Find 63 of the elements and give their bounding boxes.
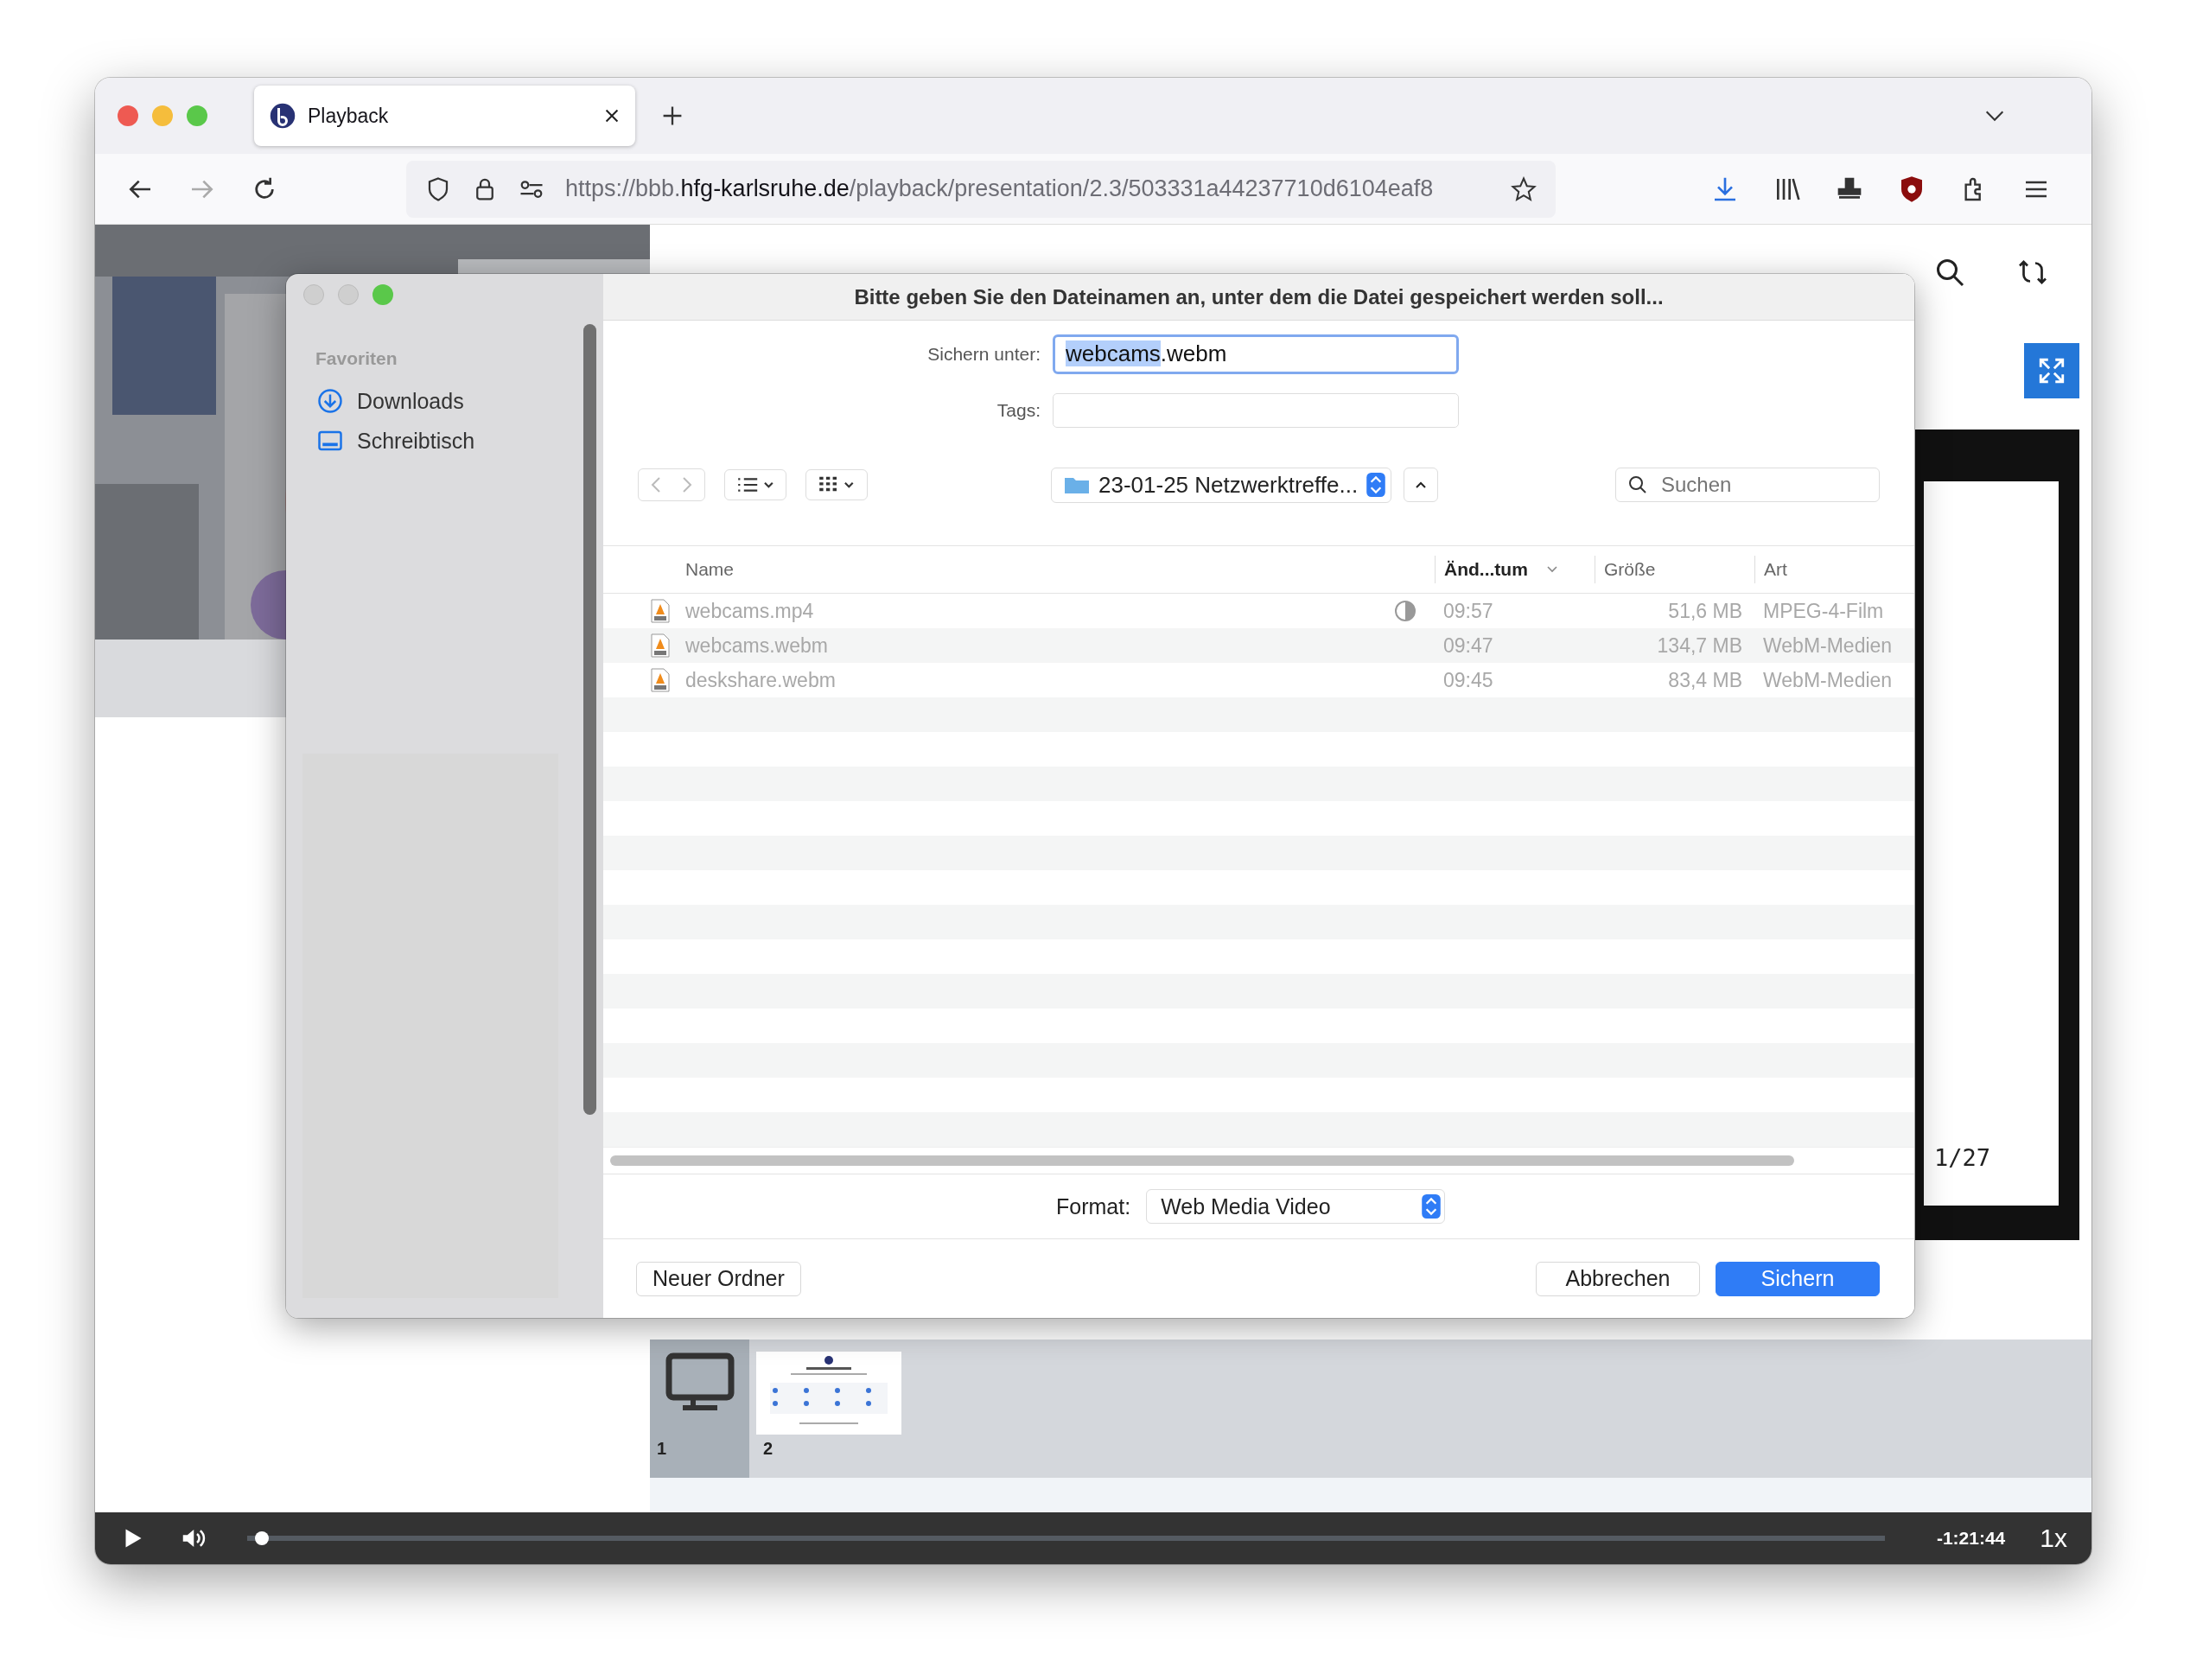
close-icon[interactable]	[604, 108, 620, 124]
download-icon	[317, 388, 343, 414]
dialog-title: Bitte geben Sie den Dateinamen an, unter dem die Datei gespeichert werden soll...	[854, 284, 1664, 309]
file-date: 09:45	[1442, 668, 1494, 692]
slide-thumbnail[interactable]: 2	[756, 1340, 903, 1478]
video-file-icon	[651, 599, 670, 623]
stepper-icon	[1422, 1194, 1442, 1219]
file-name: deskshare.webm	[685, 668, 837, 692]
column-header[interactable]: Änd...tum	[1435, 556, 1595, 583]
browser-tab[interactable]: Playback	[254, 86, 635, 146]
chevron-down-icon[interactable]	[1984, 110, 2005, 122]
chevron-up-icon	[1415, 480, 1428, 489]
column-header[interactable]: Größe	[1595, 556, 1754, 583]
sidebar-heading: Favoriten	[315, 348, 398, 369]
file-type: WebM-Medien	[1762, 668, 1894, 692]
video-file-icon	[651, 668, 670, 692]
tags-label: Tags:	[996, 400, 1041, 421]
sidebar-item[interactable]: Schreibtisch	[303, 421, 603, 461]
file-date: 09:47	[1442, 633, 1494, 658]
search-icon	[1627, 474, 1648, 495]
sidebar-item[interactable]: Downloads	[303, 381, 603, 421]
speed-button[interactable]: 1x	[2040, 1524, 2067, 1553]
new-folder-button[interactable]: Neuer Ordner	[636, 1261, 801, 1296]
file-type: MPEG-4-Film	[1762, 599, 1885, 623]
search-field[interactable]: Suchen	[1615, 468, 1880, 502]
location-dropdown[interactable]: 23-01-25 Netzwerktreffe...	[1051, 467, 1392, 503]
new-tab-icon[interactable]	[661, 105, 684, 127]
search-icon[interactable]	[1934, 257, 1965, 288]
file-size: 134,7 MB	[1656, 633, 1743, 658]
close-window-button[interactable]	[118, 105, 138, 126]
file-size: 83,4 MB	[1667, 668, 1743, 692]
remaining-time: -1:21:44	[1936, 1528, 2006, 1549]
progress-thumb[interactable]	[255, 1531, 270, 1545]
b-logo-icon	[270, 103, 296, 129]
bookmark-star-icon[interactable]	[1511, 175, 1537, 202]
scrollbar[interactable]	[583, 324, 596, 1115]
stepper-icon	[1366, 473, 1386, 497]
file-size: 51,6 MB	[1667, 599, 1743, 623]
tags-field[interactable]	[1053, 393, 1459, 428]
cancel-button[interactable]: Abbrechen	[1536, 1261, 1700, 1296]
fullscreen-button[interactable]	[2024, 343, 2079, 398]
url-text: https://bbb.hfg-karlsruhe.de/playback/presentation/2.3/503331a44237710d6104eaf8	[565, 175, 1435, 202]
chevron-down-icon	[1544, 565, 1559, 574]
column-header[interactable]: Art	[1754, 556, 1914, 583]
grid-view-button[interactable]	[805, 469, 868, 500]
file-name: webcams.webm	[685, 633, 829, 658]
file-type: WebM-Medien	[1762, 633, 1894, 658]
file-date: 09:57	[1442, 599, 1494, 623]
column-header[interactable]: Name	[685, 556, 1385, 583]
save-as-label: Sichern unter:	[926, 344, 1041, 365]
format-label: Format:	[1056, 1193, 1131, 1219]
format-dropdown[interactable]: Web Media Video	[1146, 1189, 1446, 1224]
slide-thumbnail[interactable]: 1	[650, 1340, 749, 1478]
folder-icon	[1064, 475, 1090, 494]
save-button[interactable]: Sichern	[1716, 1261, 1880, 1296]
address-bar[interactable]: https://bbb.hfg-karlsruhe.de/playback/presentation/2.3/503331a44237710d6104eaf8	[406, 160, 1556, 218]
expand-icon	[2037, 356, 2066, 385]
video-file-icon	[651, 633, 670, 658]
list-view-button[interactable]	[724, 469, 786, 500]
page-counter: 1/27	[1934, 1144, 1991, 1171]
scrollbar[interactable]	[610, 1155, 1794, 1166]
filename-field[interactable]: webcams.webm	[1053, 334, 1459, 374]
file-name: webcams.mp4	[685, 599, 815, 623]
